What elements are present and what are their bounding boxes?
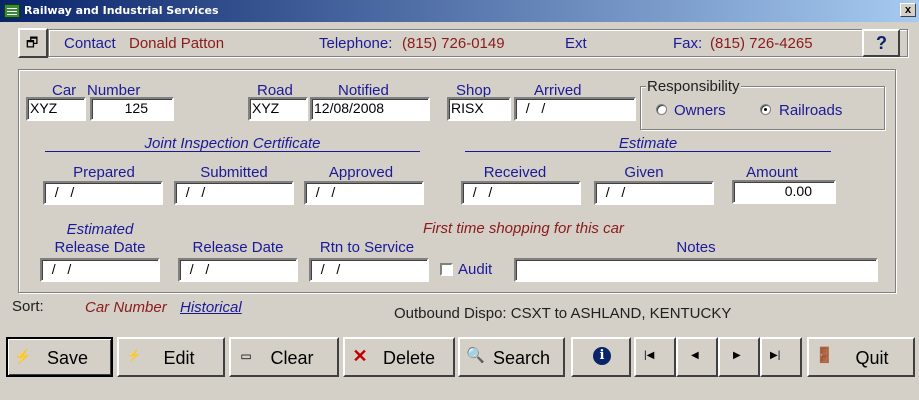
app-icon xyxy=(4,4,20,18)
audit-label: Audit xyxy=(458,261,493,278)
help-icon: ? xyxy=(876,33,887,53)
info-button[interactable]: i xyxy=(571,337,631,377)
notes-label: Notes xyxy=(676,239,716,256)
fax-value: (815) 726-4265 xyxy=(710,35,813,52)
next-icon: ▶ xyxy=(733,350,741,361)
outbound-dispo: Outbound Dispo: CSXT to ASHLAND, KENTUCK… xyxy=(394,305,732,322)
telephone-label: Telephone: xyxy=(319,35,393,52)
delete-button[interactable]: ✕ Delete xyxy=(343,337,455,377)
jic-heading: Joint Inspection Certificate xyxy=(144,135,321,152)
estimate-divider xyxy=(465,151,831,152)
audit-checkbox[interactable] xyxy=(440,263,453,276)
rtn-to-service-input[interactable]: / / xyxy=(309,258,429,282)
owners-radio[interactable] xyxy=(656,104,667,115)
title-bar: Railway and Industrial Services x xyxy=(0,0,919,22)
contact-name: Donald Patton xyxy=(129,35,225,52)
car-input[interactable]: XYZ xyxy=(26,97,86,121)
notes-input[interactable] xyxy=(514,258,878,282)
info-icon: i xyxy=(593,347,611,365)
fax-label: Fax: xyxy=(673,35,703,52)
notified-input[interactable]: 12/08/2008 xyxy=(310,97,430,121)
number-input[interactable]: 125 xyxy=(90,97,174,121)
submitted-label: Submitted xyxy=(200,164,268,181)
release-date-input[interactable]: / / xyxy=(178,258,298,282)
contact-label: Contact xyxy=(64,35,116,52)
railroads-label: Railroads xyxy=(779,102,843,119)
release-date-label: Release Date xyxy=(192,239,284,256)
first-time-message: First time shopping for this car xyxy=(423,220,624,237)
help-button[interactable]: ? xyxy=(862,29,900,57)
given-label: Given xyxy=(624,164,664,181)
window-icon: 🗗 xyxy=(26,35,39,50)
sort-historical[interactable]: Historical xyxy=(180,299,242,316)
telephone-value: (815) 726-0149 xyxy=(402,35,505,52)
approved-label: Approved xyxy=(328,164,394,181)
rtn-to-service-label: Rtn to Service xyxy=(319,239,415,256)
previous-icon: ◀ xyxy=(691,350,699,361)
approved-input[interactable]: / / xyxy=(304,181,424,205)
last-record-button[interactable]: ▶| xyxy=(760,337,802,377)
previous-record-button[interactable]: ◀ xyxy=(676,337,718,377)
arrived-input[interactable]: / / xyxy=(514,97,636,121)
amount-label: Amount xyxy=(746,164,798,181)
received-input[interactable]: / / xyxy=(461,181,581,205)
first-icon: |◀ xyxy=(644,350,655,361)
window-title: Railway and Industrial Services xyxy=(24,4,219,17)
responsibility-label: Responsibility xyxy=(646,78,741,95)
shop-input[interactable]: RISX xyxy=(447,97,511,121)
estimated-release-date-label: Release Date xyxy=(54,239,146,256)
received-label: Received xyxy=(483,164,547,181)
sort-label: Sort: xyxy=(12,298,44,315)
save-button[interactable]: ⚡ Save xyxy=(6,337,113,377)
edit-button[interactable]: ⚡ Edit xyxy=(117,337,225,377)
search-button[interactable]: 🔍 Search xyxy=(458,337,565,377)
close-button[interactable]: x xyxy=(900,3,916,17)
estimated-release-input[interactable]: / / xyxy=(40,258,160,282)
submitted-input[interactable]: / / xyxy=(174,181,294,205)
owners-label: Owners xyxy=(674,102,726,119)
prepared-input[interactable]: / / xyxy=(43,181,163,205)
sort-car-number[interactable]: Car Number xyxy=(85,299,167,316)
estimated-label: Estimated xyxy=(66,221,134,238)
prepared-label: Prepared xyxy=(73,164,135,181)
copy-contact-button[interactable]: 🗗 xyxy=(18,28,48,58)
quit-button[interactable]: 🚪 Quit xyxy=(807,337,915,377)
railroads-radio[interactable] xyxy=(760,104,771,115)
estimate-heading: Estimate xyxy=(618,135,678,152)
next-record-button[interactable]: ▶ xyxy=(718,337,760,377)
first-record-button[interactable]: |◀ xyxy=(634,337,676,377)
last-icon: ▶| xyxy=(770,350,781,361)
clear-button[interactable]: ▭ Clear xyxy=(229,337,339,377)
jic-divider xyxy=(45,151,420,152)
given-input[interactable]: / / xyxy=(594,181,714,205)
ext-label: Ext xyxy=(565,35,587,52)
road-input[interactable]: XYZ xyxy=(248,97,308,121)
amount-input[interactable]: 0.00 xyxy=(732,180,836,204)
